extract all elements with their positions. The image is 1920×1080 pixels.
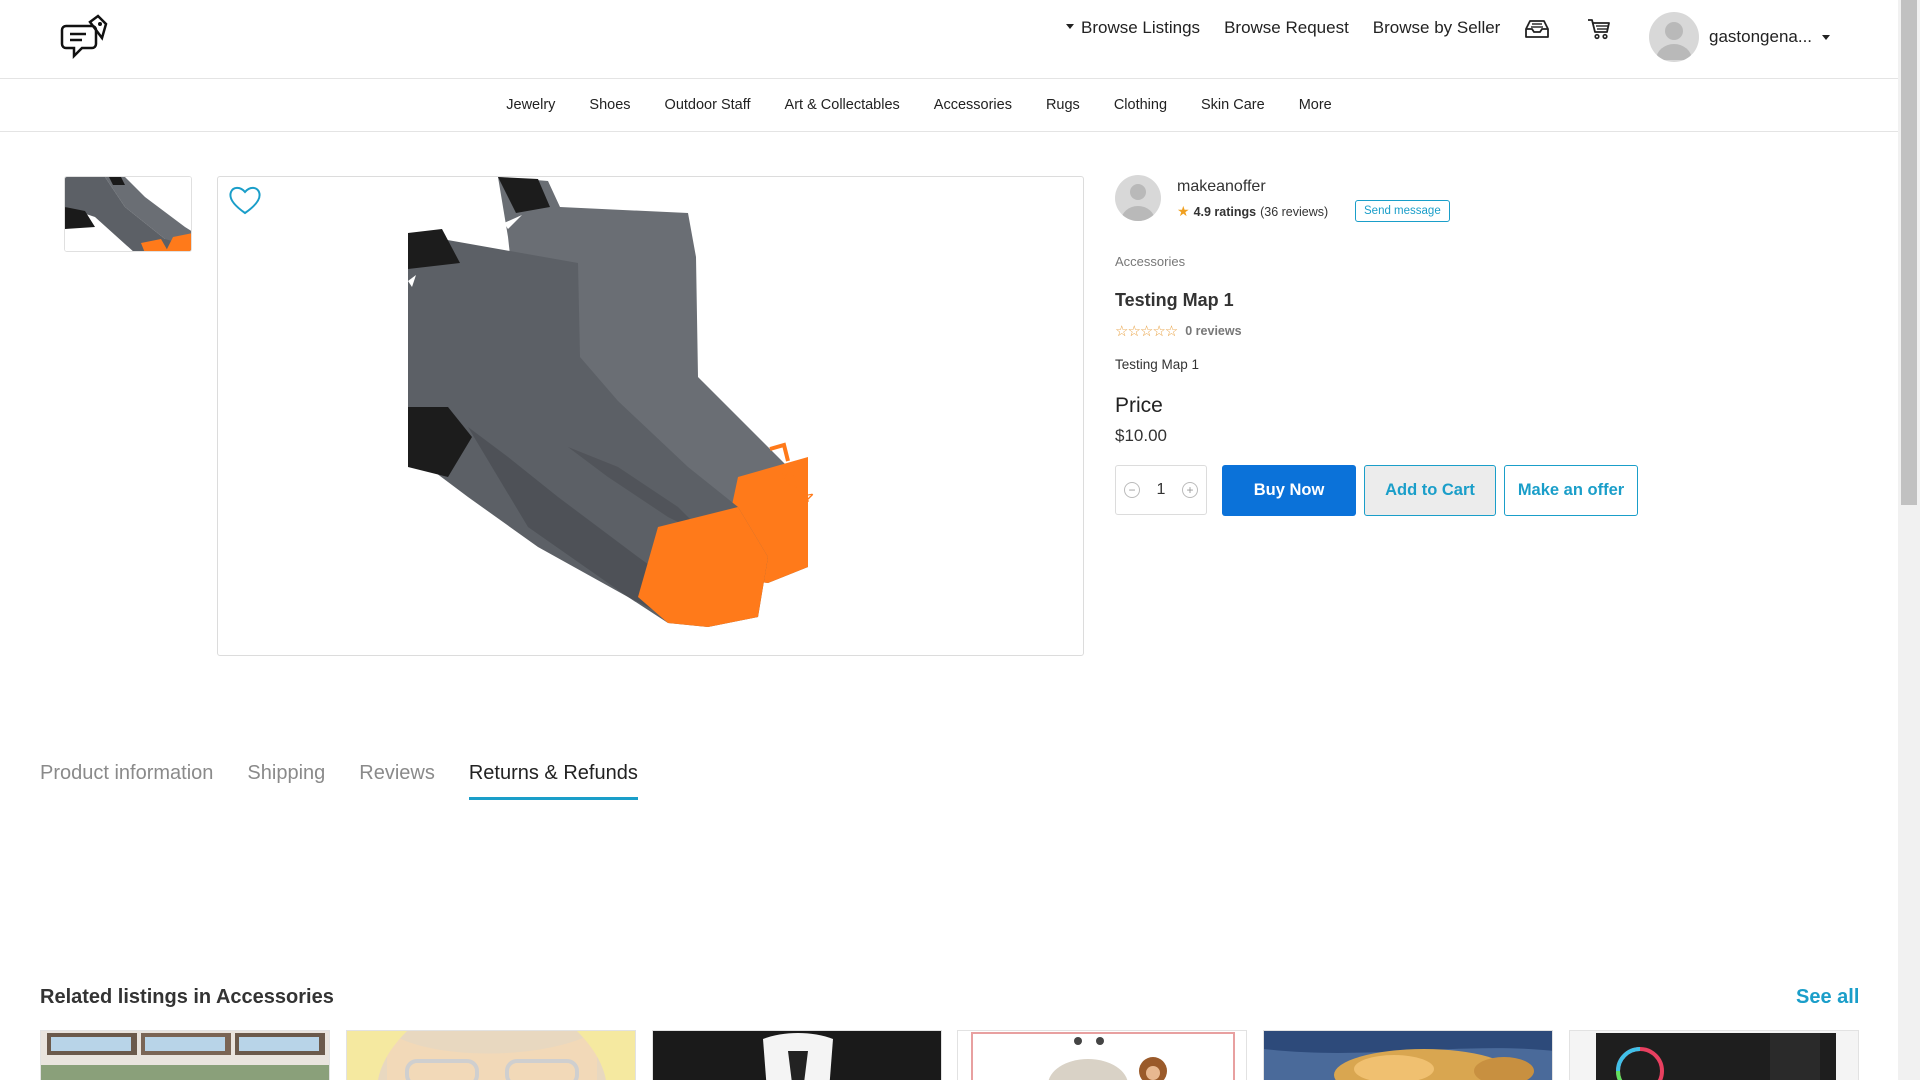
browse-request-link[interactable]: Browse Request bbox=[1224, 18, 1349, 38]
caret-down-icon bbox=[1822, 34, 1831, 40]
seller-rating: ★ 4.9 ratings (36 reviews) bbox=[1177, 203, 1328, 220]
logo-icon[interactable] bbox=[60, 12, 112, 66]
avatar bbox=[1649, 12, 1699, 62]
heart-icon[interactable] bbox=[226, 183, 264, 217]
category-skin-care[interactable]: Skin Care bbox=[1201, 97, 1265, 113]
tab-shipping[interactable]: Shipping bbox=[247, 762, 325, 800]
site-header: Browse Listings Browse Request Browse by… bbox=[0, 0, 1898, 78]
page-scrollbar[interactable] bbox=[1898, 0, 1920, 1080]
category-list: Jewelry Shoes Outdoor Staff Art & Collec… bbox=[506, 97, 1331, 113]
browse-listings-link[interactable]: Browse Listings bbox=[1066, 18, 1200, 38]
minus-icon[interactable]: − bbox=[1124, 482, 1140, 498]
seller-name[interactable]: makeanoffer bbox=[1177, 178, 1266, 196]
category-outdoor-staff[interactable]: Outdoor Staff bbox=[665, 97, 751, 113]
product-description: Testing Map 1 bbox=[1115, 357, 1200, 372]
top-navigation: Browse Listings Browse Request Browse by… bbox=[1066, 18, 1500, 38]
product-tabs: Product information Shipping Reviews Ret… bbox=[40, 762, 672, 800]
related-listing-card[interactable] bbox=[652, 1030, 942, 1080]
product-review-count[interactable]: 0 reviews bbox=[1185, 324, 1241, 338]
category-clothing[interactable]: Clothing bbox=[1114, 97, 1167, 113]
browse-listings-label: Browse Listings bbox=[1081, 18, 1201, 37]
listing-thumbnail-image bbox=[653, 1031, 941, 1080]
sock-image: 42-44 bbox=[408, 177, 816, 627]
listing-thumbnail-image bbox=[1264, 1031, 1552, 1080]
product-title: Testing Map 1 bbox=[1115, 290, 1234, 310]
user-menu[interactable]: gastongena... bbox=[1649, 12, 1831, 62]
user-silhouette-icon bbox=[1656, 22, 1692, 60]
related-listing-card[interactable] bbox=[1569, 1030, 1859, 1080]
product-thumbnail[interactable] bbox=[64, 176, 192, 252]
category-shoes[interactable]: Shoes bbox=[589, 97, 630, 113]
related-listing-card[interactable] bbox=[40, 1030, 330, 1080]
see-all-link[interactable]: See all bbox=[1796, 986, 1859, 1009]
listing-thumbnail-image bbox=[347, 1031, 635, 1080]
caret-down-icon bbox=[1066, 24, 1074, 30]
product-category[interactable]: Accessories bbox=[1115, 254, 1185, 269]
cart-icon[interactable] bbox=[1587, 18, 1611, 40]
category-bar: Jewelry Shoes Outdoor Staff Art & Collec… bbox=[0, 78, 1898, 132]
sock-thumbnail-image bbox=[65, 177, 191, 251]
send-message-button[interactable]: Send message bbox=[1355, 200, 1450, 222]
price-value: $10.00 bbox=[1115, 426, 1167, 445]
make-offer-button[interactable]: Make an offer bbox=[1504, 465, 1638, 516]
category-accessories[interactable]: Accessories bbox=[934, 97, 1012, 113]
seller-rating-value: 4.9 ratings bbox=[1193, 204, 1257, 219]
quantity-value[interactable]: 1 bbox=[1157, 481, 1166, 499]
related-listings-title: Related listings in Accessories bbox=[40, 986, 334, 1008]
star-icon: ★ bbox=[1177, 203, 1190, 219]
category-jewelry[interactable]: Jewelry bbox=[506, 97, 555, 113]
add-to-cart-button[interactable]: Add to Cart bbox=[1364, 465, 1496, 516]
listing-thumbnail-image bbox=[958, 1031, 1246, 1080]
tab-product-information[interactable]: Product information bbox=[40, 762, 213, 800]
related-listing-card[interactable] bbox=[346, 1030, 636, 1080]
seller-review-count: (36 reviews) bbox=[1260, 204, 1329, 219]
category-rugs[interactable]: Rugs bbox=[1046, 97, 1080, 113]
tab-returns-refunds[interactable]: Returns & Refunds bbox=[468, 762, 638, 800]
listing-thumbnail-image bbox=[41, 1031, 329, 1080]
seller-avatar[interactable] bbox=[1115, 175, 1161, 221]
rating-stars-icon: ☆☆☆☆☆ bbox=[1115, 323, 1178, 340]
inbox-icon[interactable] bbox=[1524, 19, 1550, 39]
user-silhouette-icon bbox=[1121, 184, 1155, 221]
scrollbar-thumb[interactable] bbox=[1901, 0, 1917, 505]
buy-now-button[interactable]: Buy Now bbox=[1222, 465, 1356, 516]
browse-by-seller-link[interactable]: Browse by Seller bbox=[1373, 18, 1501, 38]
related-listing-card[interactable] bbox=[957, 1030, 1247, 1080]
product-main-image: 42-44 bbox=[217, 176, 1084, 656]
price-label: Price bbox=[1115, 394, 1163, 417]
tab-reviews[interactable]: Reviews bbox=[359, 762, 435, 800]
user-name: gastongena... bbox=[1709, 27, 1813, 46]
listing-thumbnail-image bbox=[1570, 1031, 1858, 1080]
quantity-stepper: − 1 + bbox=[1115, 465, 1207, 515]
category-more[interactable]: More bbox=[1299, 97, 1332, 113]
plus-icon[interactable]: + bbox=[1182, 482, 1198, 498]
related-listing-card[interactable] bbox=[1263, 1030, 1553, 1080]
category-art-collectables[interactable]: Art & Collectables bbox=[785, 97, 900, 113]
product-rating: ☆☆☆☆☆ 0 reviews bbox=[1115, 322, 1242, 340]
